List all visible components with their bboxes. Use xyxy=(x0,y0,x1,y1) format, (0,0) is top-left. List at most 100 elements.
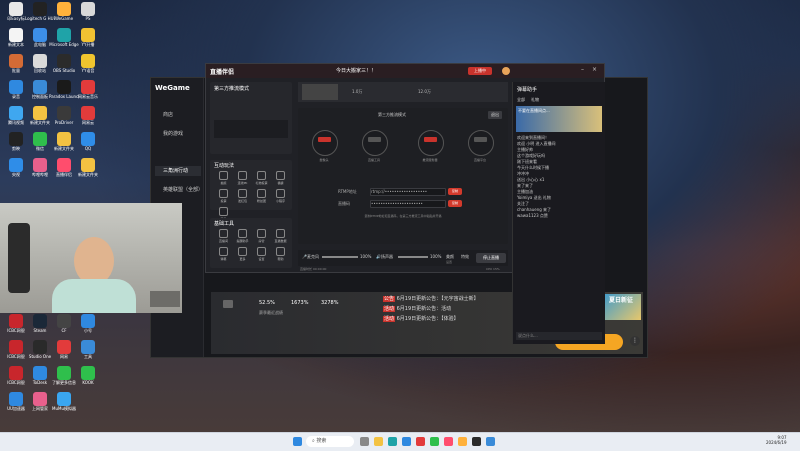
wegame-logo: WeGame xyxy=(155,84,190,92)
interact-item-label: 连线PK xyxy=(237,181,248,185)
copy-rtmp-button[interactable]: 复制 xyxy=(448,188,462,195)
interact-item[interactable]: 小程序 xyxy=(271,188,290,206)
interact-item[interactable]: 福袋 xyxy=(271,170,290,188)
app-icon xyxy=(57,28,71,42)
app-icon xyxy=(9,80,23,94)
wechat-icon[interactable] xyxy=(430,437,439,446)
tool-item[interactable]: 房管 xyxy=(252,228,271,246)
tool-item[interactable]: 提醒助手 xyxy=(233,228,252,246)
desktop-shortcut[interactable]: 新建文件夹 xyxy=(73,158,103,186)
live-tool-taskbar-icon[interactable] xyxy=(444,437,453,446)
tool-item[interactable]: 直播间 xyxy=(214,228,233,246)
clock[interactable]: 9:07 2024/6/19 xyxy=(766,435,787,445)
wegame-taskbar-icon[interactable] xyxy=(458,437,467,446)
promo-image[interactable]: 夏日新征 xyxy=(601,294,641,320)
taskbar-search[interactable]: ⌕ 搜索 xyxy=(306,436,354,447)
avatar[interactable] xyxy=(502,67,510,75)
go-live-button[interactable]: 停止直播 xyxy=(476,253,506,263)
copy-key-button[interactable]: 复制 xyxy=(448,200,462,207)
bottom-controls: 🎤麦克风 100% 🔊扬声器 100% 美颜 特效 设置 停止直播 xyxy=(298,250,508,266)
edge-icon[interactable] xyxy=(388,437,397,446)
desktop-shortcut[interactable]: YY语音 xyxy=(73,54,103,82)
tool-item[interactable]: 更多 xyxy=(233,246,252,264)
more-options-icon[interactable]: ⋮ xyxy=(630,336,640,346)
news-item[interactable]: 活动 6月19日更新公告：【体验】 xyxy=(383,314,533,324)
chat-message-list: 欢迎来到直播间！ 欢迎 小明 进入直播间 主播好帅 这个游戏好玩吗 刚下班来看 今天什么时… xyxy=(513,135,605,219)
task-view-icon[interactable] xyxy=(360,437,369,446)
tool-icon xyxy=(276,171,285,180)
app-icon xyxy=(33,132,47,146)
mode-description xyxy=(214,120,288,138)
desktop-shortcut-label: YY开播 xyxy=(81,42,95,47)
tool-item[interactable]: 帮助 xyxy=(271,246,290,264)
obs-taskbar-icon[interactable] xyxy=(472,437,481,446)
speaker-slider[interactable] xyxy=(398,256,428,258)
app-icon xyxy=(33,340,47,354)
push-panel-title: 第三方推流模式 xyxy=(378,112,406,117)
desktop-shortcut[interactable]: QQ xyxy=(73,132,103,160)
mic-slider[interactable] xyxy=(322,256,358,258)
interact-item[interactable]: 礼物投票 xyxy=(252,170,271,188)
tool-icon xyxy=(219,171,228,180)
webcam-overlay xyxy=(0,203,182,313)
interact-item[interactable]: 抽奖 xyxy=(214,170,233,188)
windows-start-icon[interactable] xyxy=(293,437,302,446)
app-icon xyxy=(57,340,71,354)
desktop-shortcut[interactable]: 网易云音乐 xyxy=(73,80,103,108)
desktop-shortcut[interactable]: MuMu模拟器 xyxy=(49,392,79,420)
sidebar-item-delta-force[interactable]: 三角洲行动 xyxy=(155,166,201,176)
tool-icon xyxy=(257,247,266,256)
app-taskbar-icon[interactable] xyxy=(486,437,495,446)
sidebar-item-store[interactable]: 商店 xyxy=(155,110,201,120)
news-item[interactable]: 公告 6月19日更新公告：【元宇宙战士新】 xyxy=(383,294,533,304)
exit-button[interactable]: 退出 xyxy=(488,111,502,119)
settings-button[interactable]: 设置 xyxy=(446,260,452,264)
news-item[interactable]: 活动 6月19日更新公告：活动 xyxy=(383,304,533,314)
interact-item[interactable]: 发红包 xyxy=(233,188,252,206)
app-icon xyxy=(81,158,95,172)
file-explorer-icon[interactable] xyxy=(374,437,383,446)
tool-icon xyxy=(219,229,228,238)
interact-item[interactable]: 连线PK xyxy=(233,170,252,188)
desktop-shortcut[interactable]: 网易云 xyxy=(73,106,103,134)
tool-item-label: 更多 xyxy=(239,257,246,261)
rtmp-input[interactable]: rtmp://•••••••••••••••••• xyxy=(370,188,446,196)
interact-panel: 互动玩法 抽奖连线PK礼物投票福袋投票发红包粉丝团小程序更多 xyxy=(210,160,292,221)
tool-item-label: 提醒助手 xyxy=(236,239,249,243)
desktop-shortcut[interactable]: PS xyxy=(73,2,103,30)
interact-item[interactable]: 投票 xyxy=(214,188,233,206)
desktop-shortcut-label: 工具 xyxy=(84,354,92,359)
app-icon xyxy=(57,314,71,328)
speaker-control[interactable]: 🔊扬声器 xyxy=(376,254,393,260)
chat-tab-all[interactable]: 全部 xyxy=(517,97,525,103)
chat-input[interactable]: 说点什么... xyxy=(516,332,602,340)
chat-tab-gifts[interactable]: 礼物 xyxy=(531,97,539,103)
store-icon[interactable] xyxy=(402,437,411,446)
netease-music-icon[interactable] xyxy=(416,437,425,446)
app-icon xyxy=(57,2,71,16)
chat-banner[interactable]: 不要在直播间点... xyxy=(516,106,602,132)
tool-item[interactable]: 弹幕 xyxy=(214,246,233,264)
desktop-shortcut[interactable]: 工具 xyxy=(73,340,103,368)
effects-button[interactable]: 特效 xyxy=(461,254,469,260)
section-tools-title: 基础工具 xyxy=(214,221,235,227)
mode-label[interactable]: 第三方推流模式 xyxy=(214,85,249,92)
app-icon xyxy=(57,54,71,68)
tool-item[interactable]: 设置 xyxy=(252,246,271,264)
stream-key-input[interactable]: •••••••••••••••••••••• xyxy=(370,200,446,208)
app-icon xyxy=(57,392,71,406)
sidebar-item-lol[interactable]: 英雄联盟（全部） xyxy=(155,185,203,195)
tool-item[interactable]: 直播数据 xyxy=(271,228,290,246)
sidebar-item-my-games[interactable]: 我的游戏 xyxy=(155,129,201,139)
mic-control[interactable]: 🎤麦克风 xyxy=(302,254,319,260)
tool-item-label: 直播间 xyxy=(218,239,228,243)
desktop-shortcut[interactable]: YY开播 xyxy=(73,28,103,56)
app-icon xyxy=(81,28,95,42)
close-icon[interactable]: × xyxy=(592,66,597,73)
desktop-shortcut-label: QQ xyxy=(84,146,92,151)
interact-item[interactable]: 粉丝团 xyxy=(252,188,271,206)
desktop-shortcut[interactable]: KOOK xyxy=(73,366,103,394)
desktop-shortcut[interactable]: 小号 xyxy=(73,314,103,342)
interact-item-label: 发红包 xyxy=(237,199,247,203)
minimize-icon[interactable]: – xyxy=(581,66,584,73)
